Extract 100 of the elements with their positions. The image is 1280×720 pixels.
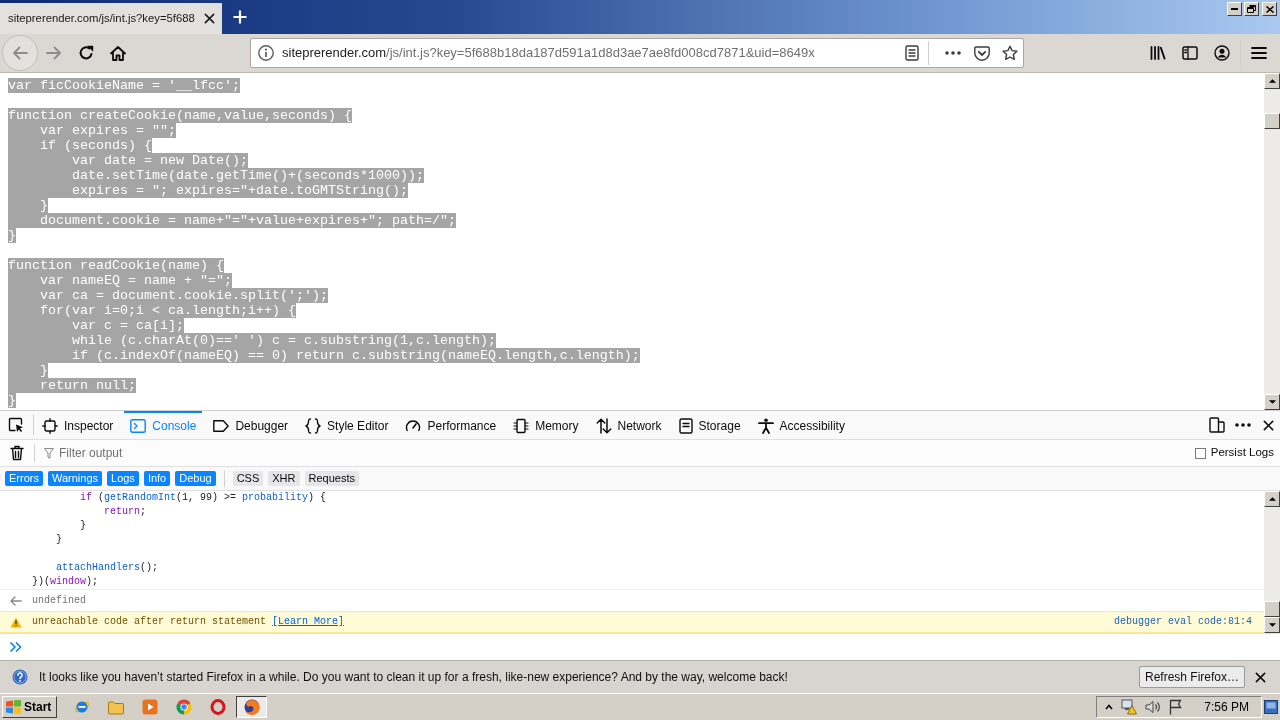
scroll-up-button[interactable]	[1264, 73, 1280, 89]
close-button[interactable]	[1262, 2, 1277, 16]
scroll-down-button[interactable]	[1264, 617, 1280, 633]
filter-toggle[interactable]: XHR	[268, 471, 300, 486]
globe-swirl-icon	[243, 699, 260, 715]
clock[interactable]: 7:56 PM	[1204, 699, 1249, 715]
start-button[interactable]: Start	[2, 696, 58, 718]
flag-icon[interactable]	[1169, 699, 1183, 715]
close-icon	[1265, 5, 1274, 13]
code-line: return;	[104, 506, 147, 517]
frame-icon	[42, 418, 58, 434]
persist-logs-checkbox[interactable]	[1194, 447, 1206, 459]
menu-icon[interactable]	[1251, 47, 1267, 59]
restore-icon	[1247, 5, 1256, 13]
browser-tab[interactable]: siteprerender.com/js/int.js?key=5f688	[0, 3, 222, 34]
speaker-icon[interactable]	[1145, 700, 1162, 714]
source-location[interactable]: debugger eval code:81:4	[1113, 616, 1252, 628]
devtools-tab[interactable]: Network	[589, 411, 668, 439]
chevron-up-icon[interactable]	[1105, 704, 1114, 710]
sidebar-icon[interactable]	[1182, 46, 1198, 60]
minimize-button[interactable]	[1227, 2, 1242, 16]
arrow-left-icon	[12, 46, 28, 60]
funnel-icon	[44, 447, 54, 459]
ring-logo-icon	[209, 699, 226, 715]
result-value: undefined	[32, 594, 86, 607]
arrow-left-icon	[10, 595, 22, 606]
filter-toggle[interactable]: Info	[143, 471, 171, 486]
document-icon[interactable]	[905, 45, 919, 61]
filter-toggle[interactable]: Errors	[5, 471, 43, 486]
filter-toggle[interactable]: CSS	[232, 471, 264, 486]
more-icon[interactable]	[945, 51, 961, 55]
code-line: if (getRandomInt(1, 99) >= probability) {	[80, 492, 327, 503]
minimize-icon	[1231, 8, 1238, 10]
address-bar[interactable]: siteprerender.com/js/int.js?key=5f688b18da187d591a1d8d3ae7ae8fd008cd7871&uid=8649x	[250, 38, 1024, 68]
info-icon[interactable]	[258, 45, 274, 61]
scroll-down-button[interactable]	[1264, 394, 1280, 410]
restore-button[interactable]	[1244, 2, 1259, 16]
devtools-tab[interactable]: Accessibility	[751, 411, 851, 439]
code-line: }	[56, 534, 63, 545]
gauge-icon	[405, 420, 422, 432]
devtools-tab[interactable]: Debugger	[207, 411, 295, 439]
devices-icon[interactable]	[1209, 417, 1225, 433]
triangle-down-icon	[1268, 623, 1276, 627]
network-warning-icon[interactable]	[1121, 699, 1138, 715]
warning-icon	[10, 616, 22, 628]
devtools-tab[interactable]: Inspector	[36, 411, 120, 439]
reload-icon	[78, 45, 94, 61]
show-desktop-icon[interactable]	[1264, 700, 1278, 714]
shield-chevron-icon[interactable]	[974, 45, 990, 61]
filter-toggle[interactable]: Warnings	[47, 471, 102, 486]
up-down-arrows-icon	[595, 418, 612, 434]
four-panes-logo-icon	[6, 700, 21, 714]
taskbar-button[interactable]	[236, 696, 268, 718]
chip-icon	[513, 418, 530, 434]
filter-field[interactable]: Filter output	[54, 443, 1195, 463]
braces-icon	[305, 418, 322, 434]
help-icon	[12, 669, 28, 685]
devtools-tab[interactable]: Memory	[507, 411, 585, 439]
person-circle-icon[interactable]	[1214, 45, 1230, 61]
filter-toggle[interactable]: Logs	[107, 471, 139, 486]
play-icon	[141, 699, 158, 715]
filter-toggle[interactable]: Debug	[175, 471, 216, 486]
filter-toggle[interactable]: Requests	[304, 471, 359, 486]
triangle-up-icon	[1268, 497, 1276, 501]
devtools-tab[interactable]: Style Editor	[299, 411, 395, 439]
persist-logs-label[interactable]: Persist Logs	[1210, 446, 1274, 460]
terminal-icon	[130, 419, 147, 433]
scrollbar[interactable]	[1264, 491, 1280, 633]
devtools-tab[interactable]: Storage	[672, 411, 747, 439]
star-icon[interactable]	[1002, 45, 1018, 61]
segmented-circle-icon	[175, 699, 192, 715]
close-icon[interactable]	[1255, 671, 1266, 683]
triangle-down-icon	[1268, 400, 1276, 404]
scrollbar[interactable]	[1264, 73, 1280, 410]
triangle-up-icon	[1268, 79, 1276, 83]
arrow-right-icon	[46, 46, 62, 60]
notification-message: It looks like you haven’t started Firefox in a while. Do you want to clean it up for a fresh, like-new experience? And by the way, welcome back!	[39, 669, 788, 685]
code-line: }	[80, 520, 87, 531]
books-icon[interactable]	[1150, 46, 1166, 60]
url-text[interactable]: siteprerender.com/js/int.js?key=5f688b18da187d591a1d8d3ae7ae8fd008cd7871&uid=8649x	[282, 45, 815, 61]
more-icon[interactable]	[1235, 423, 1251, 427]
scrollbar-thumb[interactable]	[1264, 601, 1280, 617]
close-icon[interactable]	[204, 13, 215, 24]
home-icon	[110, 45, 126, 61]
devtools-tab[interactable]: Performance	[399, 411, 503, 439]
learn-more-link[interactable]: [Learn More]	[272, 616, 345, 628]
plus-icon[interactable]	[233, 10, 247, 24]
folder-icon	[107, 699, 124, 715]
scrollbar-thumb[interactable]	[1264, 113, 1280, 129]
scroll-up-button[interactable]	[1264, 491, 1280, 507]
cursor-box-icon[interactable]	[8, 417, 24, 433]
drawer-icon	[678, 418, 693, 434]
code-line: attachHandlers();	[56, 562, 159, 573]
orbit-logo-icon	[73, 699, 90, 715]
refresh-button[interactable]: Refresh Firefox…	[1138, 666, 1245, 688]
person-icon	[757, 418, 774, 434]
chevrons-icon	[10, 642, 22, 652]
tag-icon	[213, 420, 230, 432]
close-icon[interactable]	[1263, 419, 1274, 431]
trash-icon[interactable]	[10, 445, 24, 461]
